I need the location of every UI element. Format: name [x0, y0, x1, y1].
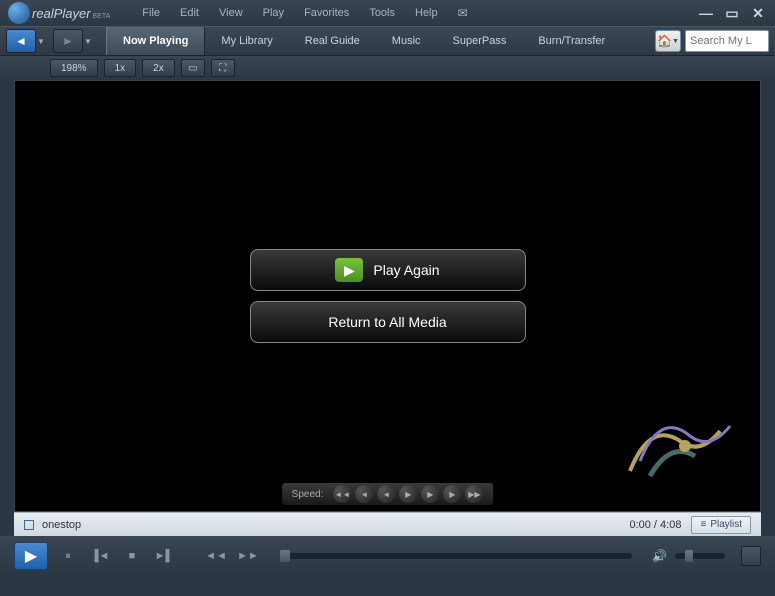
video-area: ▶ Play Again Return to All Media Speed: … [14, 80, 761, 512]
back-dropdown[interactable]: ▼ [37, 37, 47, 46]
overlay-controls: ▶ Play Again Return to All Media [250, 249, 526, 343]
zoom-level[interactable]: 198% [50, 59, 98, 77]
logo-icon [8, 2, 30, 24]
play-button[interactable]: ▶ [14, 542, 48, 570]
menu-help[interactable]: Help [407, 5, 446, 21]
speed-step-back[interactable]: ◄ [377, 485, 395, 503]
stop-status-icon [24, 520, 34, 530]
playlist-button[interactable]: ≡ Playlist [691, 516, 751, 534]
menu-view[interactable]: View [211, 5, 251, 21]
play-icon: ▶ [335, 258, 363, 282]
speed-forward[interactable]: ▶ [443, 485, 461, 503]
search-input[interactable] [685, 30, 769, 52]
tab-real-guide[interactable]: Real Guide [289, 27, 376, 55]
app-edition: BETA [93, 13, 111, 20]
minimize-button[interactable]: — [697, 6, 715, 20]
volume-thumb[interactable] [685, 550, 693, 562]
tab-superpass[interactable]: SuperPass [437, 27, 523, 55]
player-controls: ▶ ⏸ ▐◄ ■ ►▌ ◄◄ ►► 🔊 [0, 536, 775, 576]
return-media-label: Return to All Media [328, 314, 446, 330]
fastforward-button[interactable]: ►► [236, 544, 260, 568]
speed-rewind-fast[interactable]: ◄◄ [333, 485, 351, 503]
back-arrow-icon: ◄ [15, 34, 27, 48]
forward-arrow-icon: ► [62, 34, 74, 48]
volume-icon[interactable]: 🔊 [652, 549, 667, 563]
forward-button[interactable]: ► [53, 29, 83, 53]
album-artwork [600, 381, 750, 501]
playlist-icon: ≡ [700, 519, 706, 530]
app-name: realPlayer [32, 6, 91, 21]
pause-indicator: ⏸ [56, 544, 80, 568]
status-bar: onestop 0:00 / 4:08 ≡ Playlist [14, 512, 761, 536]
previous-button[interactable]: ▐◄ [88, 544, 112, 568]
scale-2x-button[interactable]: 2x [142, 59, 175, 77]
tab-burn-transfer[interactable]: Burn/Transfer [522, 27, 621, 55]
speed-forward-fast[interactable]: ▶▶ [465, 485, 483, 503]
home-icon: 🏠 [657, 34, 672, 48]
back-button[interactable]: ◄ [6, 29, 36, 53]
menu-tools[interactable]: Tools [361, 5, 403, 21]
speed-step-forward[interactable]: ▶ [421, 485, 439, 503]
video-toolbar: 198% 1x 2x ▭ ⛶ [0, 56, 775, 80]
window-controls: — ▭ ✕ [697, 6, 767, 20]
titlebar: realPlayer BETA File Edit View Play Favo… [0, 0, 775, 26]
stop-button[interactable]: ■ [120, 544, 144, 568]
speed-bar: Speed: ◄◄ ◄ ◄ ▶ ▶ ▶ ▶▶ [282, 483, 494, 505]
tab-my-library[interactable]: My Library [205, 27, 288, 55]
menu-file[interactable]: File [134, 5, 168, 21]
time-display: 0:00 / 4:08 [629, 519, 681, 531]
track-name: onestop [42, 519, 81, 531]
play-again-label: Play Again [373, 262, 439, 278]
tab-now-playing[interactable]: Now Playing [106, 27, 205, 55]
maximize-button[interactable]: ▭ [723, 6, 741, 20]
home-button[interactable]: 🏠▼ [655, 30, 681, 52]
speed-label: Speed: [292, 489, 324, 500]
app-logo: realPlayer BETA [8, 2, 110, 24]
progress-thumb[interactable] [280, 550, 290, 562]
return-media-button[interactable]: Return to All Media [250, 301, 526, 343]
menu-play[interactable]: Play [255, 5, 292, 21]
menu-favorites[interactable]: Favorites [296, 5, 357, 21]
mail-icon[interactable]: ✉ [458, 6, 468, 20]
tab-music[interactable]: Music [376, 27, 437, 55]
menu-bar: File Edit View Play Favorites Tools Help [134, 5, 445, 21]
scale-1x-button[interactable]: 1x [104, 59, 137, 77]
play-again-button[interactable]: ▶ Play Again [250, 249, 526, 291]
close-button[interactable]: ✕ [749, 6, 767, 20]
navbar: ◄ ▼ ► ▼ Now Playing My Library Real Guid… [0, 26, 775, 56]
playlist-label: Playlist [710, 519, 742, 530]
fullscreen-button[interactable]: ⛶ [211, 59, 235, 77]
speed-rewind[interactable]: ◄ [355, 485, 373, 503]
menu-edit[interactable]: Edit [172, 5, 207, 21]
compact-mode-button[interactable] [741, 546, 761, 566]
speed-play[interactable]: ▶ [399, 485, 417, 503]
theater-mode-button[interactable]: ▭ [181, 59, 205, 77]
progress-slider[interactable] [280, 553, 632, 559]
next-button[interactable]: ►▌ [152, 544, 176, 568]
rewind-button[interactable]: ◄◄ [204, 544, 228, 568]
forward-dropdown[interactable]: ▼ [84, 37, 94, 46]
volume-slider[interactable] [675, 553, 725, 559]
nav-tabs: Now Playing My Library Real Guide Music … [106, 27, 621, 55]
